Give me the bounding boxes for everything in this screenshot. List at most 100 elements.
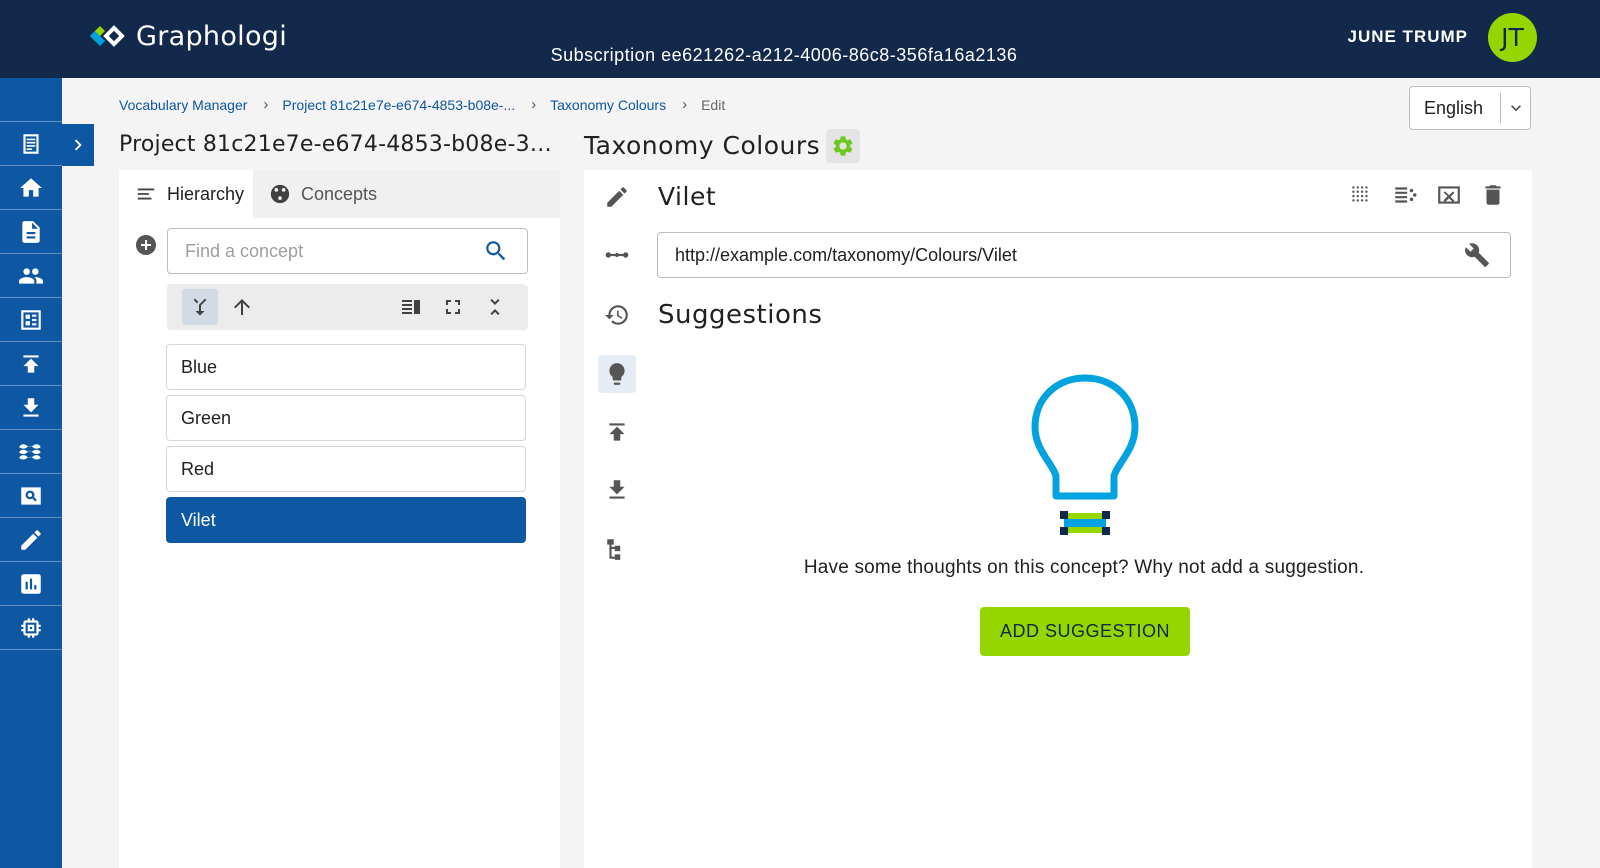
concept-search-box xyxy=(167,228,528,274)
list-mode-button[interactable] xyxy=(1390,180,1420,210)
concept-upload-button[interactable] xyxy=(598,413,636,451)
nav-search[interactable] xyxy=(0,474,62,518)
chip-icon xyxy=(21,617,41,638)
tab-concepts[interactable]: Concepts xyxy=(269,170,377,218)
scheme-settings-button[interactable] xyxy=(826,129,860,163)
upload-icon xyxy=(23,354,39,373)
breadcrumb: Vocabulary Manager › Project 81c21e7e-e6… xyxy=(119,96,725,113)
list-item-selected[interactable]: Vilet xyxy=(166,497,526,543)
merge-icon xyxy=(193,298,207,316)
home-icon xyxy=(20,177,42,197)
history-button[interactable] xyxy=(598,296,636,334)
nav-download[interactable] xyxy=(0,386,62,430)
left-nav xyxy=(0,78,62,868)
download-icon xyxy=(23,397,39,417)
project-title: Project 81c21e7e-e674-4853-b08e-367ac2d.… xyxy=(119,132,559,157)
nav-dashboard[interactable] xyxy=(0,298,62,342)
language-select[interactable]: English xyxy=(1409,86,1531,130)
avatar[interactable]: JT xyxy=(1488,13,1537,62)
arrow-up-icon xyxy=(234,299,250,315)
fullscreen-button[interactable] xyxy=(435,289,471,325)
concepts-icon xyxy=(270,184,290,204)
fullscreen-icon xyxy=(446,300,460,314)
tab-hierarchy-label: Hierarchy xyxy=(167,183,245,204)
nav-settings[interactable] xyxy=(0,606,62,650)
chevron-right-icon: › xyxy=(531,96,537,113)
top-bar: Graphologi Subscription ee621262-a212-40… xyxy=(0,0,1600,78)
add-suggestion-button[interactable]: ADD SUGGESTION xyxy=(980,607,1190,656)
view-list-icon xyxy=(402,300,420,314)
breadcrumb-project[interactable]: Project 81c21e7e-e674-4853-b08e-... xyxy=(282,97,515,113)
close-box-icon xyxy=(1438,186,1460,204)
relations-button[interactable] xyxy=(598,236,636,274)
breadcrumb-scheme[interactable]: Taxonomy Colours xyxy=(550,97,666,113)
nav-notes[interactable] xyxy=(0,122,62,166)
move-up-button[interactable] xyxy=(224,289,260,325)
delete-concept-button[interactable] xyxy=(1478,180,1508,210)
concept-actions xyxy=(1344,180,1514,210)
subscription-label: Subscription ee621262-a212-4006-86c8-356… xyxy=(550,45,1018,65)
breadcrumb-vocabulary-manager[interactable]: Vocabulary Manager xyxy=(119,97,247,113)
people-icon xyxy=(19,267,43,284)
chevron-right-icon: › xyxy=(263,96,269,113)
language-value: English xyxy=(1424,97,1484,118)
document-icon xyxy=(23,133,39,154)
concept-download-button[interactable] xyxy=(598,471,636,509)
lightbulb-icon xyxy=(1031,374,1139,535)
search-icon xyxy=(21,486,41,505)
detail-view-button[interactable] xyxy=(393,289,429,325)
panel-tabs: Hierarchy Concepts xyxy=(119,170,560,218)
edit-mode-button[interactable] xyxy=(598,178,636,216)
concept-title: Vilet xyxy=(658,182,717,211)
nav-reports[interactable] xyxy=(0,562,62,606)
list-item[interactable]: Blue xyxy=(166,344,526,390)
search-icon[interactable] xyxy=(483,238,509,264)
chevron-right-icon xyxy=(74,139,82,151)
tab-hierarchy[interactable]: Hierarchy xyxy=(119,170,253,218)
lightbulb-icon xyxy=(609,363,625,385)
list-dots-icon xyxy=(1395,187,1417,203)
upload-icon xyxy=(609,423,625,441)
nav-users[interactable] xyxy=(0,254,62,298)
trash-icon xyxy=(1485,185,1501,205)
concept-uri-field[interactable] xyxy=(659,234,1439,276)
tab-concepts-label: Concepts xyxy=(301,183,378,204)
nav-home[interactable] xyxy=(0,166,62,210)
file-icon xyxy=(22,220,40,243)
list-icon xyxy=(137,188,155,200)
nav-upload[interactable] xyxy=(0,342,62,386)
collapse-all-button[interactable] xyxy=(477,289,513,325)
suggestions-button[interactable] xyxy=(598,355,636,393)
wrench-icon[interactable] xyxy=(1464,242,1490,268)
close-concept-button[interactable] xyxy=(1434,180,1464,210)
tree-toolbar xyxy=(167,284,528,330)
nav-files[interactable] xyxy=(0,210,62,254)
edit-icon xyxy=(607,187,627,207)
expand-nav-button[interactable] xyxy=(62,124,94,166)
add-circle-icon xyxy=(136,235,156,255)
dots-grid-icon xyxy=(1352,186,1368,202)
edit-icon xyxy=(21,529,41,550)
dashboard-icon xyxy=(21,309,41,330)
waves-icon xyxy=(19,443,41,459)
user-name[interactable]: JUNE TRUMP xyxy=(1347,27,1468,47)
nav-edit[interactable] xyxy=(0,518,62,562)
grid-view-button[interactable] xyxy=(1346,180,1376,210)
add-concept-button[interactable] xyxy=(134,233,158,257)
list-item[interactable]: Red xyxy=(166,446,526,492)
collapse-icon xyxy=(490,299,500,315)
tree-mode-button[interactable] xyxy=(182,289,218,325)
breadcrumb-current: Edit xyxy=(701,96,726,113)
download-icon xyxy=(609,480,625,499)
gear-icon xyxy=(833,136,853,156)
chevron-down-icon[interactable] xyxy=(1501,98,1530,118)
nav-streams[interactable] xyxy=(0,430,62,474)
chart-icon xyxy=(21,573,41,594)
chevron-right-icon: › xyxy=(682,96,688,113)
history-icon xyxy=(605,305,628,325)
concept-uri-box xyxy=(657,232,1511,278)
empty-suggestions-message: Have some thoughts on this concept? Why … xyxy=(803,557,1365,578)
search-input[interactable] xyxy=(169,230,469,272)
list-item[interactable]: Green xyxy=(166,395,526,441)
link-dots-icon xyxy=(605,252,629,258)
